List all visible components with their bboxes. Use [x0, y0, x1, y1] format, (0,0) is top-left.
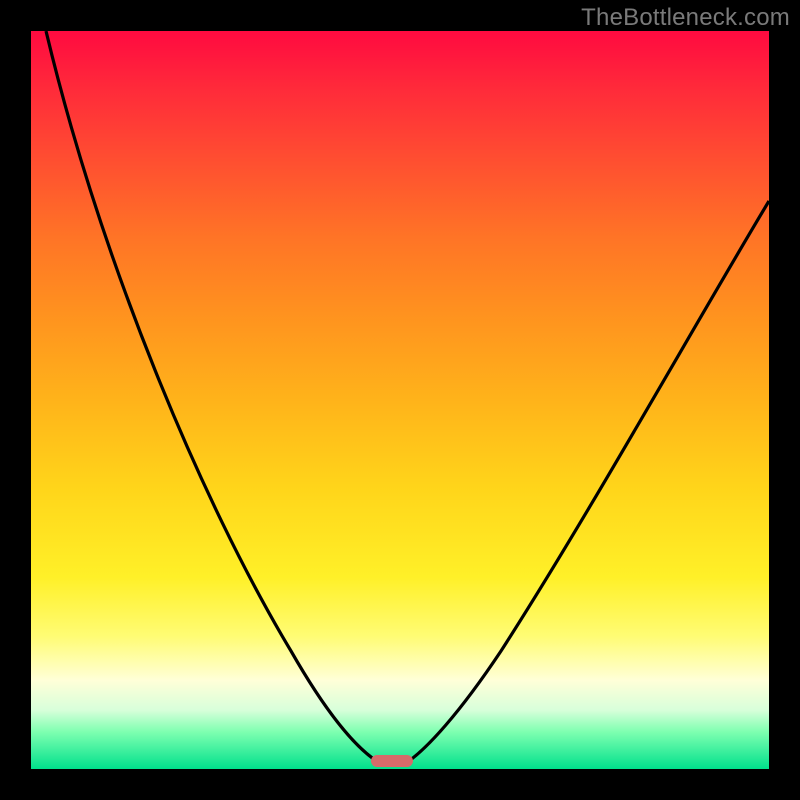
bottleneck-curve [31, 31, 769, 769]
curve-right [403, 201, 769, 765]
watermark-text: TheBottleneck.com [581, 4, 790, 32]
optimal-zone-marker [371, 755, 413, 767]
chart-area [31, 31, 769, 769]
curve-left [46, 31, 383, 765]
